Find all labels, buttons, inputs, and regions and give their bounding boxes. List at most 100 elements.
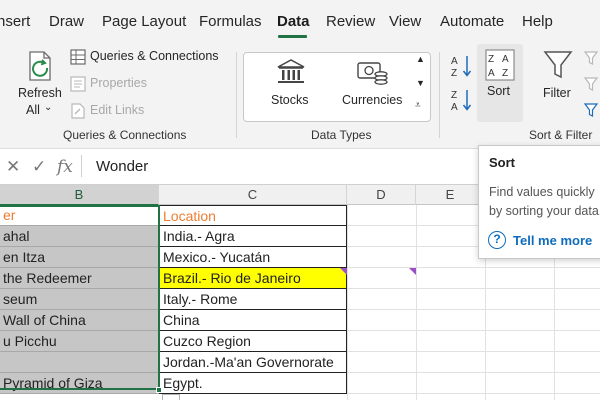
sort-tooltip: Sort Find values quickly by sorting your…	[478, 145, 600, 259]
sort-label: Sort	[487, 84, 510, 98]
group-separator	[439, 52, 440, 138]
column-header-e[interactable]: E	[416, 185, 485, 205]
tooltip-description: Find values quickly by sorting your data…	[489, 185, 600, 218]
refresh-all-button[interactable]: Refresh All ⌄	[14, 46, 66, 122]
cell-b[interactable]: the Redeemer	[0, 268, 159, 289]
comment-indicator[interactable]	[340, 268, 347, 275]
bank-icon	[277, 59, 305, 83]
sort-ascending-button[interactable]: A Z	[449, 52, 473, 80]
enter-icon[interactable]: ✓	[32, 157, 46, 177]
clear-filter-icon	[583, 51, 599, 65]
svg-text:Z: Z	[451, 68, 457, 79]
ribbon-tabs: nsert Draw Page Layout Formulas Data Rev…	[0, 0, 600, 44]
edit-links-icon	[71, 103, 85, 119]
column-header-d[interactable]: D	[347, 185, 416, 205]
gridline	[347, 205, 348, 400]
edit-links-button[interactable]: Edit Links	[68, 102, 168, 122]
svg-text:A: A	[488, 68, 495, 79]
comment-indicator[interactable]	[409, 268, 416, 275]
cell-c[interactable]: Jordan.-Ma'an Governorate	[159, 352, 347, 373]
insert-function-icon[interactable]: fx	[57, 157, 73, 177]
queries-connections-label: Queries & Connections	[90, 49, 219, 63]
reapply-icon	[583, 77, 599, 91]
cell-c[interactable]: Cuzco Region	[159, 331, 347, 352]
cell-c[interactable]: China	[159, 310, 347, 331]
formula-input[interactable]: Wonder	[96, 158, 148, 175]
column-header-c[interactable]: C	[159, 185, 347, 205]
cell-b[interactable]: en Itza	[0, 247, 159, 268]
cell-c[interactable]: Mexico.- Yucatán	[159, 247, 347, 268]
tab-formulas[interactable]: Formulas	[199, 13, 262, 30]
data-types-scroll[interactable]: ▲ ▼ ⩡	[413, 54, 429, 120]
quick-analysis-icon[interactable]	[162, 394, 180, 400]
reapply-button[interactable]	[582, 74, 600, 94]
help-icon[interactable]: ?	[488, 231, 506, 249]
properties-button[interactable]: Properties	[68, 75, 168, 95]
sort-ascending-icon: A Z	[451, 56, 472, 79]
gridline	[416, 205, 417, 400]
tab-view[interactable]: View	[389, 13, 421, 30]
cell-b[interactable]	[0, 352, 159, 373]
cell-c[interactable]: Egypt.	[159, 373, 347, 394]
svg-text:A: A	[451, 102, 458, 113]
tooltip-title: Sort	[489, 155, 515, 170]
more-icon: ⩡	[415, 100, 421, 111]
cell-c-highlighted[interactable]: Brazil.- Rio de Janeiro	[159, 268, 347, 289]
cell-b[interactable]: Wall of China	[0, 310, 159, 331]
scroll-down-icon: ▼	[416, 78, 425, 88]
queries-connections-button[interactable]: Queries & Connections	[68, 48, 233, 68]
tab-review[interactable]: Review	[326, 13, 375, 30]
sort-button[interactable]: Z A A Z Sort	[477, 44, 523, 122]
group-label-sort-filter: Sort & Filter	[529, 128, 593, 142]
advanced-filter-button[interactable]	[582, 100, 600, 120]
refresh-all-label-1: Refresh	[18, 86, 62, 100]
cell-c-header[interactable]: Location	[159, 205, 347, 226]
cell-b[interactable]: ahal	[0, 226, 159, 247]
group-label-queries: Queries & Connections	[63, 128, 187, 142]
svg-text:A: A	[451, 56, 458, 67]
sort-icon: Z A A Z	[485, 49, 515, 81]
svg-text:Z: Z	[488, 54, 494, 65]
svg-text:Z: Z	[451, 90, 457, 101]
scroll-up-icon: ▲	[416, 54, 425, 64]
cell-b[interactable]: Pyramid of Giza	[0, 373, 159, 394]
cell-b[interactable]: u Picchu	[0, 331, 159, 352]
cell-b-header[interactable]: er	[0, 205, 159, 226]
tab-automate[interactable]: Automate	[440, 13, 504, 30]
group-separator	[236, 52, 237, 138]
filter-label: Filter	[543, 86, 571, 100]
filter-button[interactable]: Filter	[535, 46, 581, 122]
svg-text:A: A	[502, 54, 509, 65]
tab-insert[interactable]: nsert	[0, 13, 30, 30]
stocks-button[interactable]: Stocks	[262, 56, 320, 116]
sort-descending-icon: Z A	[451, 90, 472, 113]
ribbon: Refresh All ⌄ Queries & Connections Prop…	[0, 44, 600, 148]
column-header-b[interactable]: B	[0, 185, 159, 206]
tab-draw[interactable]: Draw	[49, 13, 84, 30]
refresh-icon	[29, 51, 51, 81]
stocks-label: Stocks	[271, 93, 309, 107]
refresh-all-label-2: All	[26, 103, 40, 117]
tab-page-layout[interactable]: Page Layout	[102, 13, 186, 30]
fill-handle[interactable]	[156, 387, 162, 393]
cancel-icon[interactable]: ✕	[6, 157, 20, 177]
currencies-button[interactable]: Currencies	[338, 56, 408, 116]
currencies-label: Currencies	[342, 93, 403, 107]
tab-help[interactable]: Help	[522, 13, 553, 30]
sort-descending-button[interactable]: Z A	[449, 86, 473, 114]
tell-me-more-link[interactable]: Tell me more	[513, 233, 592, 248]
cell-c[interactable]: Italy.- Rome	[159, 289, 347, 310]
advanced-filter-icon	[583, 103, 599, 117]
clear-filter-button[interactable]	[582, 48, 600, 68]
active-tab-indicator	[278, 35, 307, 38]
cell-c[interactable]: India.- Agra	[159, 226, 347, 247]
edit-links-label: Edit Links	[90, 103, 145, 117]
group-label-data-types: Data Types	[311, 128, 372, 142]
cell-b[interactable]: seum	[0, 289, 159, 310]
properties-label: Properties	[90, 76, 147, 90]
properties-icon	[70, 76, 86, 92]
queries-connections-icon	[70, 49, 86, 65]
currency-icon	[357, 62, 388, 85]
tab-data[interactable]: Data	[277, 13, 310, 30]
filter-icon	[543, 51, 573, 79]
